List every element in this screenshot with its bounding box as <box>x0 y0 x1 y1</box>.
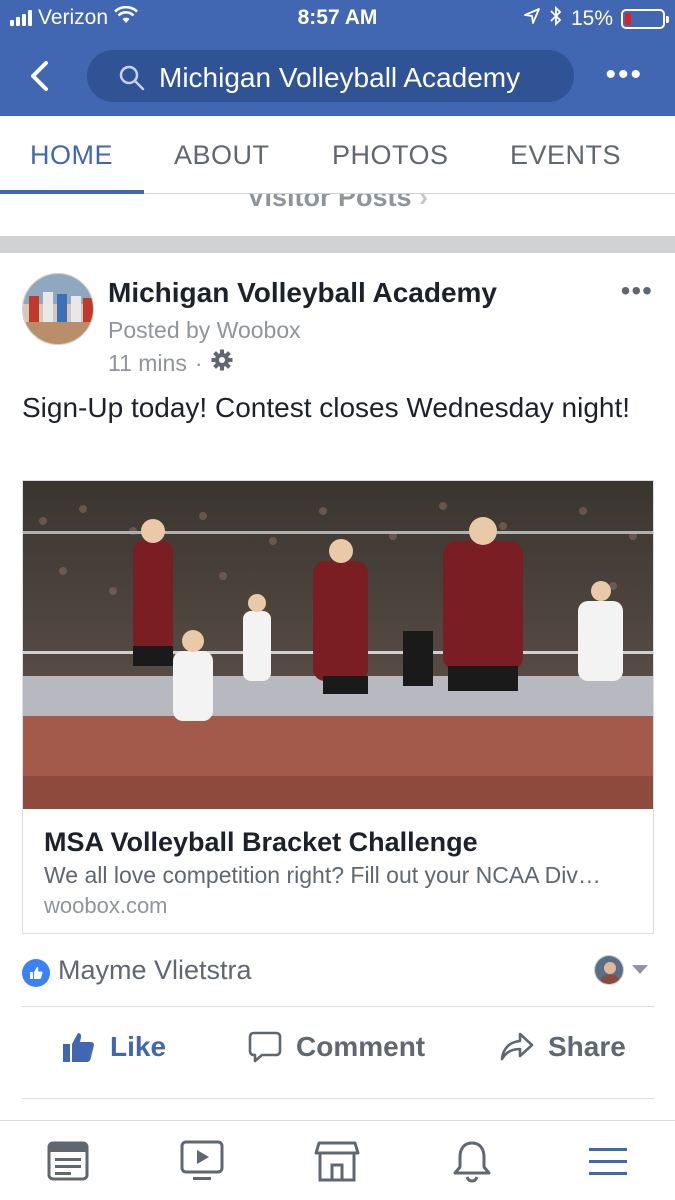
back-arrow-icon[interactable] <box>24 58 54 94</box>
link-description: We all love competition right? Fill out … <box>44 862 601 888</box>
posted-by: Posted by Woobox <box>108 317 301 343</box>
thumbs-up-icon <box>63 1033 94 1062</box>
post-time[interactable]: 11 mins <box>108 350 187 377</box>
location-arrow-icon <box>523 7 541 31</box>
post-actions: Like Comment Share <box>22 1009 654 1099</box>
link-domain: woobox.com <box>44 893 168 918</box>
reactor-name: Mayme Vlietstra <box>58 955 252 985</box>
reactions-row[interactable]: Mayme Vlietstra <box>22 953 654 1007</box>
link-preview-card[interactable]: MSA Volleyball Bracket Challenge We all … <box>22 480 654 934</box>
notifications-bell-icon[interactable] <box>448 1137 496 1185</box>
like-reaction-icon <box>22 959 50 987</box>
watch-video-icon[interactable] <box>178 1137 226 1185</box>
share-button[interactable]: Share <box>500 1031 626 1063</box>
reactor-avatar[interactable] <box>594 955 624 985</box>
top-bar: Verizon 8:57 AM 15% Michigan Volleyball … <box>0 0 675 116</box>
battery-percent: 15% <box>570 7 613 30</box>
comment-label: Comment <box>296 1031 426 1062</box>
search-icon <box>119 65 145 91</box>
comment-button[interactable]: Comment <box>248 1031 425 1063</box>
feed-post: Michigan Volleyball Academy Posted by Wo… <box>0 253 675 1123</box>
battery-icon <box>621 9 669 29</box>
share-label: Share <box>548 1031 626 1062</box>
section-separator <box>0 236 675 253</box>
news-feed-icon[interactable] <box>44 1137 92 1185</box>
marketplace-icon[interactable] <box>313 1137 361 1185</box>
page-avatar[interactable] <box>22 273 94 345</box>
link-title: MSA Volleyball Bracket Challenge <box>44 827 478 857</box>
more-icon[interactable]: ••• <box>605 60 643 90</box>
status-bar: Verizon 8:57 AM 15% <box>0 0 675 38</box>
visitor-posts-label: Visitor Posts <box>246 194 412 212</box>
post-page-name[interactable]: Michigan Volleyball Academy <box>108 277 497 309</box>
tab-about[interactable]: ABOUT <box>174 140 270 171</box>
post-meta: 11 mins · <box>108 349 233 377</box>
like-button[interactable]: Like <box>62 1031 166 1063</box>
bottom-tab-bar <box>0 1120 675 1200</box>
chevron-down-icon[interactable] <box>632 965 648 974</box>
page-tabs: HOME ABOUT PHOTOS EVENTS <box>0 116 675 194</box>
visitor-posts-link[interactable]: Visitor Posts › <box>0 194 675 236</box>
status-right: 15% <box>523 5 669 32</box>
tab-home[interactable]: HOME <box>30 140 113 171</box>
tab-photos[interactable]: PHOTOS <box>332 140 449 171</box>
menu-icon[interactable] <box>584 1137 632 1185</box>
link-preview-image <box>23 481 653 809</box>
gear-icon <box>211 349 233 377</box>
nav-row: Michigan Volleyball Academy ••• <box>0 46 675 106</box>
post-text: Sign-Up today! Contest closes Wednesday … <box>22 392 631 423</box>
meta-separator: · <box>194 349 203 376</box>
search-input[interactable]: Michigan Volleyball Academy <box>87 50 574 102</box>
comment-icon <box>248 1031 282 1063</box>
like-label: Like <box>110 1031 167 1062</box>
chevron-right-icon: › <box>419 194 429 212</box>
search-query: Michigan Volleyball Academy <box>159 62 521 93</box>
bluetooth-icon <box>549 5 563 32</box>
share-arrow-icon <box>500 1032 534 1061</box>
post-more-icon[interactable]: ••• <box>621 275 653 307</box>
tab-events[interactable]: EVENTS <box>510 140 621 171</box>
